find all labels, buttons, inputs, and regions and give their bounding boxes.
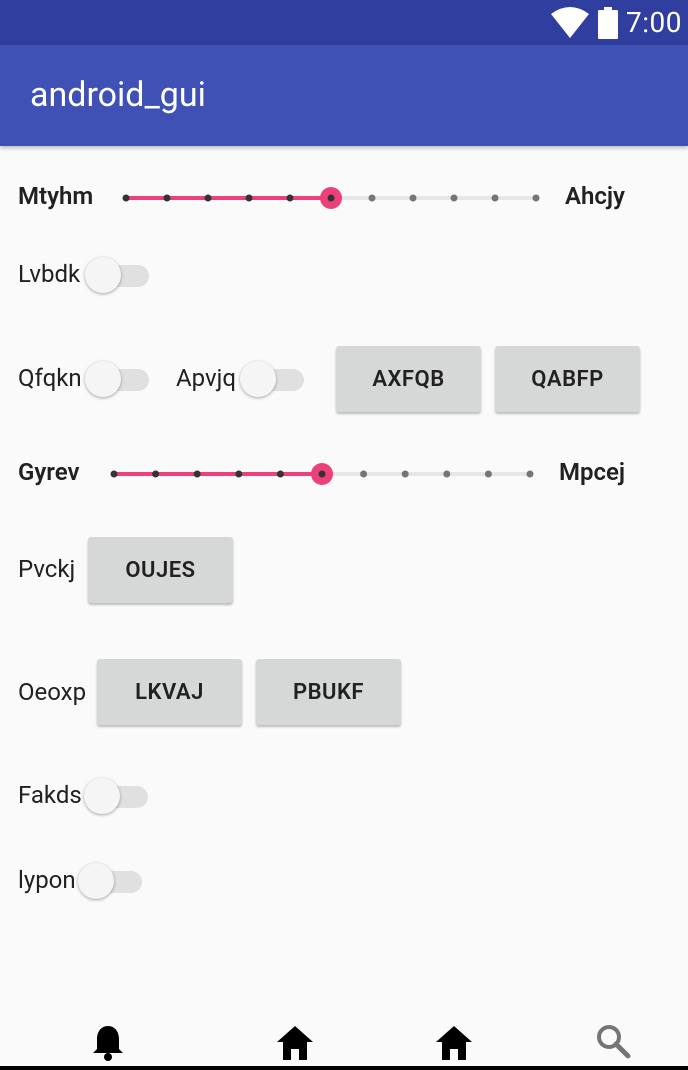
wifi-icon <box>551 6 589 38</box>
seekbar-tick <box>122 194 130 202</box>
switch-qfqkn-label: Qfqkn <box>18 364 82 392</box>
seekbar-tick <box>235 470 243 478</box>
oeoxp-label: Oeoxp <box>18 678 87 706</box>
slider2-seekbar[interactable] <box>104 459 540 489</box>
status-icons: 7:00 <box>550 0 682 45</box>
switch-qfqkn-toggle[interactable] <box>85 360 149 397</box>
seekbar-tick <box>276 470 284 478</box>
seekbar-tick <box>409 194 417 202</box>
bell-icon[interactable] <box>88 1022 128 1062</box>
lypon-toggle[interactable] <box>78 862 142 899</box>
slider2-right-label: Mpcej <box>559 458 626 486</box>
battery-icon <box>598 6 618 39</box>
seekbar-tick <box>526 470 534 478</box>
seekbar-graphic <box>110 463 534 485</box>
qabfp-button[interactable]: QABFP <box>495 346 640 412</box>
seekbar-tick <box>484 470 492 478</box>
seekbar-thumb-tick <box>318 470 326 478</box>
switch-thumb <box>84 778 120 814</box>
switch-thumb <box>240 361 276 397</box>
slider1-seekbar[interactable] <box>116 183 546 213</box>
switch1-label: Lvbdk <box>18 260 81 288</box>
seekbar-tick <box>245 194 253 202</box>
pbukf-button[interactable]: PBUKF <box>256 659 401 725</box>
seekbar-tick <box>152 470 160 478</box>
oujes-button[interactable]: OUJES <box>88 537 233 603</box>
axfqb-button[interactable]: AXFQB <box>336 346 481 412</box>
app-title: android_gui <box>30 75 206 115</box>
seekbar-thumb-tick <box>327 194 335 202</box>
seekbar-tick <box>368 194 376 202</box>
search-icon[interactable] <box>594 1022 634 1062</box>
switch-thumb <box>78 863 114 899</box>
status-time: 7:00 <box>626 6 682 39</box>
switch-thumb <box>85 361 121 397</box>
fakds-label: Fakds <box>18 781 82 809</box>
pvckj-label: Pvckj <box>18 555 76 583</box>
seekbar-tick <box>286 194 294 202</box>
home-icon[interactable] <box>434 1022 474 1062</box>
seekbar-tick <box>360 470 368 478</box>
seekbar-tick <box>204 194 212 202</box>
slider2-left-label: Gyrev <box>18 458 80 486</box>
status-bar: 7:00 <box>0 0 688 45</box>
fakds-toggle[interactable] <box>84 777 148 814</box>
seekbar-tick <box>401 470 409 478</box>
seekbar-tick <box>491 194 499 202</box>
lkvaj-button[interactable]: LKVAJ <box>97 659 242 725</box>
bottom-nav <box>0 1020 688 1070</box>
home-icon[interactable] <box>275 1022 315 1062</box>
seekbar-tick <box>450 194 458 202</box>
seekbar-tick <box>110 470 118 478</box>
app-bar: android_gui <box>0 45 688 146</box>
switch-apvjq-toggle[interactable] <box>240 360 304 397</box>
seekbar-tick <box>532 194 540 202</box>
seekbar-tick <box>163 194 171 202</box>
switch-apvjq-label: Apvjq <box>176 364 237 392</box>
lypon-label: lypon <box>18 866 76 894</box>
nav-divider <box>0 1066 688 1070</box>
slider1-left-label: Mtyhm <box>18 182 94 210</box>
slider1-right-label: Ahcjy <box>565 182 625 210</box>
seekbar-graphic <box>122 187 540 209</box>
seekbar-tick <box>443 470 451 478</box>
seekbar-tick <box>193 470 201 478</box>
switch-thumb <box>85 257 121 293</box>
switch1-toggle[interactable] <box>85 256 149 293</box>
